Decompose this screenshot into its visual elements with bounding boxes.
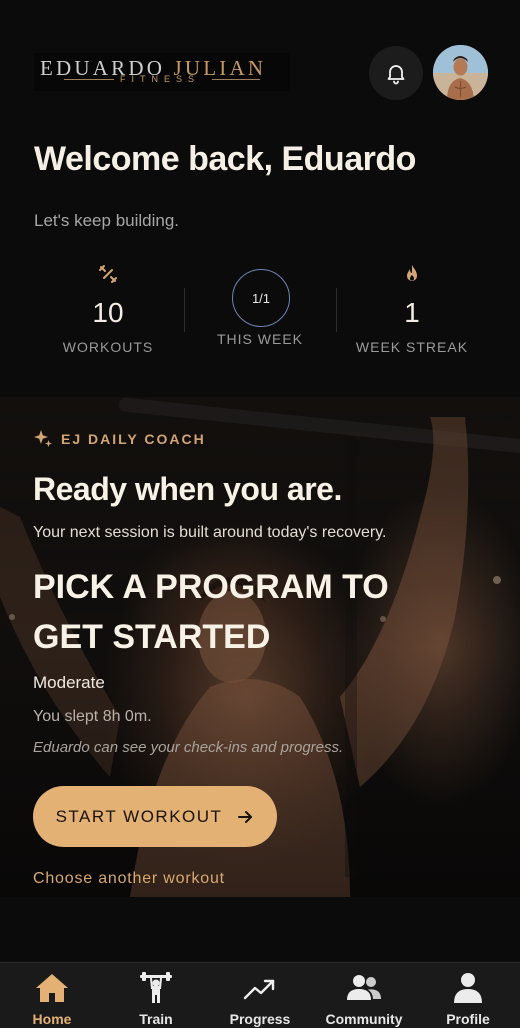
choose-another-workout-link[interactable]: Choose another workout [33, 870, 225, 888]
nav-home-label: Home [32, 1011, 72, 1027]
stat-divider [184, 288, 185, 332]
stat-this-week-label: THIS WEEK [216, 331, 303, 347]
header: EDUARDO JULIAN FITNESS [0, 0, 520, 120]
nav-community[interactable]: Community [312, 963, 416, 1028]
coach-tag-label: EJ DAILY COACH [61, 431, 206, 447]
intensity-label: Moderate [33, 673, 105, 692]
sleep-summary: You slept 8h 0m. [33, 708, 152, 725]
flame-icon [407, 265, 417, 281]
stat-this-week-value: 1/1 [251, 290, 271, 306]
bell-icon [387, 65, 405, 85]
arrow-right-icon [238, 810, 253, 823]
nav-train-label: Train [139, 1011, 173, 1027]
nav-profile[interactable]: Profile [416, 963, 520, 1028]
coach-tag: EJ DAILY COACH [33, 429, 206, 449]
app-screen: EDUARDO JULIAN FITNESS Welcome back, Edu… [0, 0, 520, 1028]
notifications-button[interactable] [369, 46, 423, 100]
welcome-subtitle: Let's keep building. [34, 211, 180, 230]
nav-community-label: Community [325, 1011, 403, 1027]
nav-home[interactable]: Home [0, 963, 104, 1028]
daily-coach-card: EJ DAILY COACH Ready when you are. Your … [0, 397, 520, 897]
sparkle-icon [34, 430, 52, 447]
week-progress-ring: 1/1 [232, 269, 290, 327]
logo-subtitle: FITNESS [120, 74, 201, 84]
stat-workouts-label: WORKOUTS [62, 339, 154, 355]
people-icon [347, 975, 381, 1000]
logo-divider [64, 79, 114, 80]
avatar[interactable] [433, 45, 488, 100]
trend-up-icon [243, 979, 275, 1000]
coach-subtitle: Your next session is built around today'… [33, 524, 387, 541]
stat-streak-label: WEEK STREAK [355, 339, 469, 355]
stat-workouts[interactable]: 10 WORKOUTS [28, 260, 188, 355]
stat-streak[interactable]: 1 WEEK STREAK [332, 260, 492, 355]
nav-train[interactable]: Train [104, 963, 208, 1028]
logo-divider [212, 79, 260, 80]
coach-note: Eduardo can see your check-ins and progr… [33, 739, 344, 756]
program-prompt: PICK A PROGRAM TO GET STARTED [33, 568, 389, 656]
welcome-title: Welcome back, Eduardo [34, 140, 416, 178]
nav-progress[interactable]: Progress [208, 963, 312, 1028]
avatar-photo [433, 45, 488, 100]
person-icon [454, 973, 482, 1003]
start-workout-button[interactable]: START WORKOUT [33, 786, 277, 847]
weightlifter-icon [140, 972, 172, 1003]
home-icon [36, 974, 68, 1002]
dumbbell-icon [99, 265, 117, 283]
stats-row: 10 WORKOUTS THIS WEEK 1/1 1 WEEK STREAK [0, 260, 520, 370]
stat-workouts-value: 10 [92, 297, 124, 328]
nav-progress-label: Progress [229, 1011, 291, 1027]
start-workout-label: START WORKOUT [55, 806, 223, 826]
brand-logo[interactable]: EDUARDO JULIAN FITNESS [34, 53, 290, 91]
nav-profile-label: Profile [446, 1011, 490, 1027]
coach-title: Ready when you are. [33, 471, 342, 507]
stat-streak-value: 1 [404, 297, 420, 328]
bottom-nav: Home Train Progress Community Profile [0, 962, 520, 1028]
